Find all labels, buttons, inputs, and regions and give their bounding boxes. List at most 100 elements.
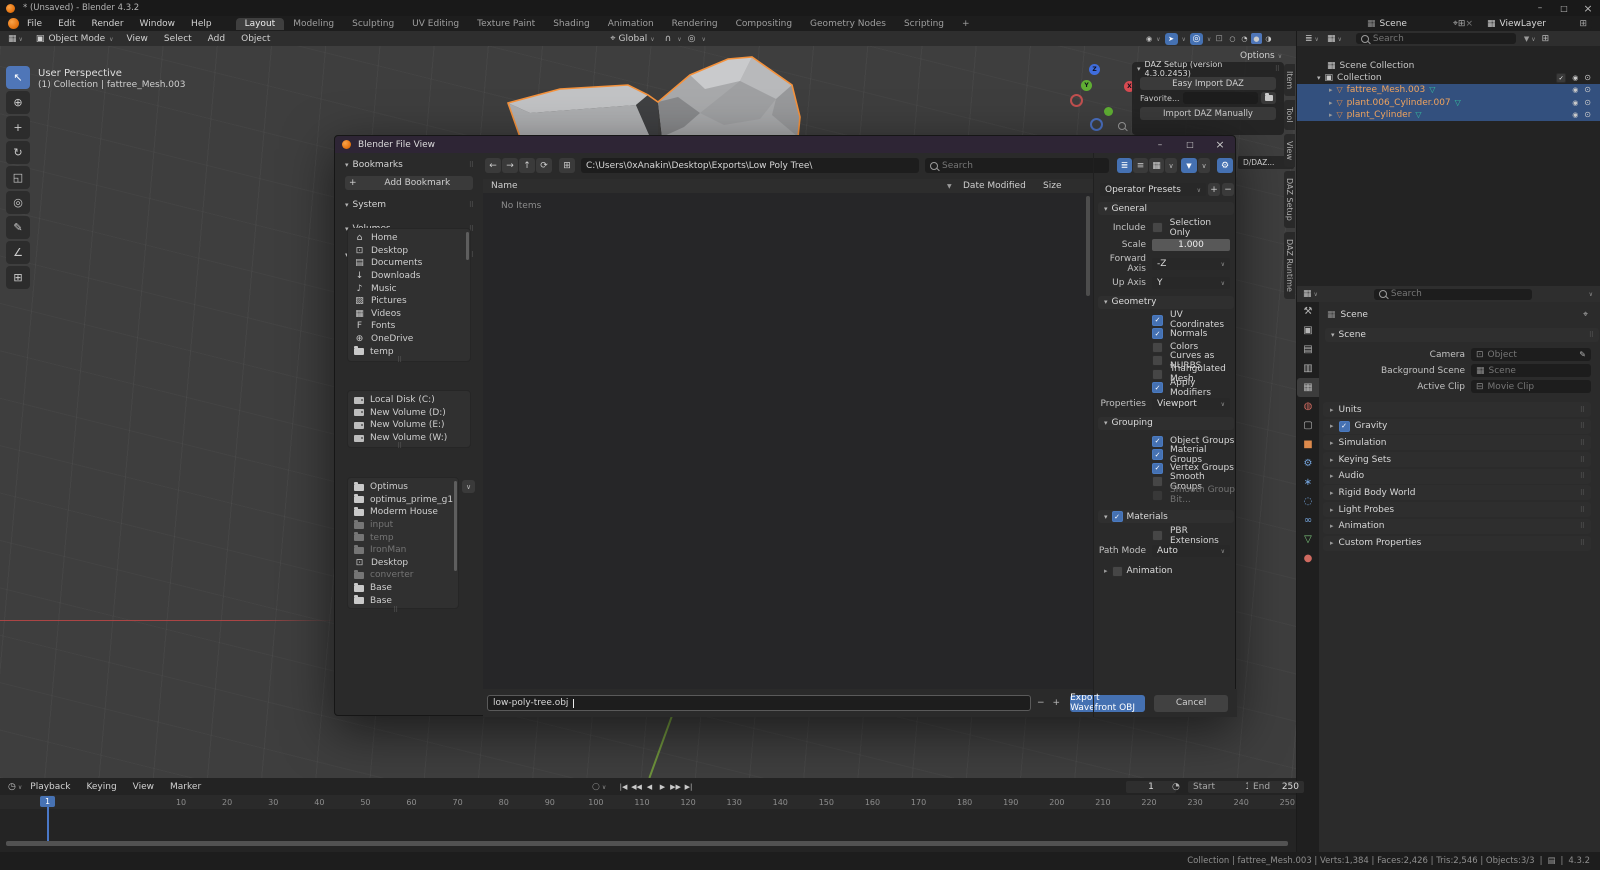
viewport-menu-item[interactable]: View (119, 34, 156, 44)
recent-item[interactable]: ⊡ Desktop (348, 557, 458, 570)
overlays-toggle-icon[interactable] (1189, 32, 1203, 45)
properties-tab[interactable]: ● (1297, 549, 1319, 568)
auto-keying-toggle[interactable] (592, 782, 606, 792)
playback-button[interactable]: ▶| (683, 781, 694, 792)
properties-tab[interactable]: ▦ (1297, 378, 1319, 397)
workspace-tab[interactable]: UV Editing (403, 18, 468, 30)
outliner-object-row[interactable]: plant.006_Cylinder.007 (1297, 96, 1600, 109)
playback-button[interactable]: ◀ (644, 781, 655, 792)
gizmo-y-axis[interactable]: Y (1081, 80, 1092, 91)
file-search-input[interactable]: Search (925, 158, 1109, 173)
browse-folder-button[interactable] (1261, 92, 1276, 104)
tool-button[interactable]: + (6, 116, 30, 139)
scene-collection-row[interactable]: Scene Collection (1297, 60, 1600, 72)
stopwatch-icon[interactable] (1172, 782, 1180, 792)
viewport-menu-item[interactable]: Select (156, 34, 200, 44)
rendered-shading-icon[interactable] (1263, 33, 1274, 44)
recent-options-button[interactable] (462, 480, 475, 493)
viewport-zoom-icon[interactable] (1118, 122, 1126, 130)
workspace-tab[interactable]: Sculpting (343, 18, 403, 30)
outliner-search-input[interactable]: Search (1355, 33, 1516, 44)
maximize-button[interactable] (1552, 4, 1576, 13)
geometry-section-header[interactable]: Geometry (1098, 295, 1234, 309)
remove-preset-button[interactable] (1222, 183, 1234, 196)
recent-item[interactable]: Optimus (348, 481, 458, 494)
recent-item[interactable]: converter (348, 569, 458, 582)
file-list-scrollbar[interactable] (1086, 196, 1090, 296)
timeline-ruler[interactable]: 10 20 30 40 50 60 70 80 90 100 110 120 130 140 150 160 1… (0, 795, 1296, 809)
viewport-menu-item[interactable]: Object (233, 34, 278, 44)
properties-section-row[interactable]: Animation (1323, 518, 1591, 534)
menu-item[interactable]: Help (183, 19, 220, 29)
gizmo-neg-z-axis[interactable] (1090, 118, 1103, 131)
up-axis-dropdown[interactable]: Y (1152, 276, 1230, 289)
parent-dir-button[interactable] (519, 158, 535, 173)
scene-panel-header[interactable]: Scene (1325, 328, 1599, 342)
properties-section-row[interactable]: Rigid Body World (1323, 485, 1591, 501)
workspace-tab[interactable]: Layout (235, 17, 285, 30)
bookmark-item[interactable]: ↓ Downloads (348, 270, 470, 283)
proportional-edit-icon[interactable] (688, 34, 696, 44)
outliner-object-row[interactable]: fattree_Mesh.003 (1297, 84, 1600, 97)
properties-section-row[interactable]: Gravity (1323, 418, 1591, 434)
dialog-maximize-button[interactable] (1175, 140, 1205, 149)
animation-checkbox[interactable] (1111, 565, 1123, 577)
tool-button[interactable]: ↻ (6, 141, 30, 164)
properties-tab[interactable]: ∞ (1297, 511, 1319, 530)
current-frame-badge[interactable]: 1 (40, 796, 55, 807)
general-section-header[interactable]: General (1098, 202, 1234, 215)
file-list-area[interactable]: No Items (483, 193, 1093, 689)
current-frame-field[interactable]: 1 (1126, 781, 1176, 793)
grouping-section-header[interactable]: Grouping (1098, 416, 1234, 430)
solid-shading-icon[interactable] (1239, 33, 1250, 44)
option-checkbox[interactable]: Smooth Group Bit... (1152, 485, 1238, 505)
eyedropper-icon[interactable] (1579, 350, 1586, 360)
volume-item[interactable]: New Volume (E:) (348, 419, 470, 432)
add-bookmark-button[interactable]: Add Bookmark (345, 176, 473, 190)
volume-item[interactable]: New Volume (D:) (348, 407, 470, 420)
column-date[interactable]: Date Modified (963, 181, 1026, 191)
close-button[interactable] (1576, 2, 1600, 15)
sidebar-tab[interactable]: Tool (1284, 100, 1295, 130)
operator-presets-dropdown[interactable]: Operator Presets (1100, 183, 1206, 196)
viewport-menu-item[interactable]: Add (200, 34, 233, 44)
exclude-checkbox[interactable]: ✓ (1556, 73, 1567, 84)
import-daz-manually-button[interactable]: Import DAZ Manually (1140, 107, 1276, 120)
timeline-menu-item[interactable]: Playback (22, 782, 78, 792)
favorite-input[interactable] (1182, 92, 1258, 104)
render-camera-icon[interactable] (1584, 98, 1591, 108)
gizmo-z-axis[interactable]: Z (1089, 64, 1100, 75)
recent-item[interactable]: Moderm House (348, 506, 458, 519)
properties-section-row[interactable]: Audio (1323, 468, 1591, 484)
properties-section-row[interactable]: Units (1323, 402, 1591, 417)
bookmark-item[interactable]: ▨ Pictures (348, 295, 470, 308)
properties-tab[interactable]: ▤ (1297, 340, 1319, 359)
option-checkbox[interactable]: PBR Extensions (1152, 526, 1238, 546)
recent-item[interactable]: optimus_prime_g1 (348, 494, 458, 507)
tool-button[interactable]: ◱ (6, 166, 30, 189)
properties-search-input[interactable]: Search (1373, 288, 1532, 300)
tool-button[interactable]: ↖ (6, 66, 30, 89)
xray-toggle-icon[interactable] (1215, 34, 1223, 44)
outliner-filter-icon[interactable] (1327, 34, 1342, 44)
camera-field[interactable]: Object (1471, 348, 1591, 361)
bookmark-item[interactable]: temp (348, 345, 470, 358)
outliner-display-mode[interactable] (1305, 34, 1319, 44)
workspace-tab[interactable]: Texture Paint (468, 18, 544, 30)
filter-funnel-icon[interactable] (1524, 34, 1529, 44)
properties-tab[interactable]: ■ (1297, 435, 1319, 454)
bookmark-item[interactable]: ⊕ OneDrive (348, 333, 470, 346)
animation-section-header[interactable]: Animation (1098, 565, 1234, 578)
tool-button[interactable]: ⊞ (6, 266, 30, 289)
properties-section-row[interactable]: Light Probes (1323, 502, 1591, 518)
workspace-tab[interactable]: Animation (599, 18, 663, 30)
menu-item[interactable]: File (19, 19, 50, 29)
option-checkbox[interactable]: Material Groups (1152, 445, 1238, 465)
render-camera-icon[interactable] (1584, 110, 1591, 120)
start-frame-field[interactable]: Start1 (1188, 781, 1256, 793)
bookmark-item[interactable]: ▦ Videos (348, 308, 470, 321)
menu-item[interactable]: Render (84, 19, 132, 29)
collapse-icon[interactable] (1317, 73, 1321, 83)
pin-icon[interactable] (1583, 310, 1588, 320)
recent-scrollbar[interactable] (454, 481, 457, 571)
